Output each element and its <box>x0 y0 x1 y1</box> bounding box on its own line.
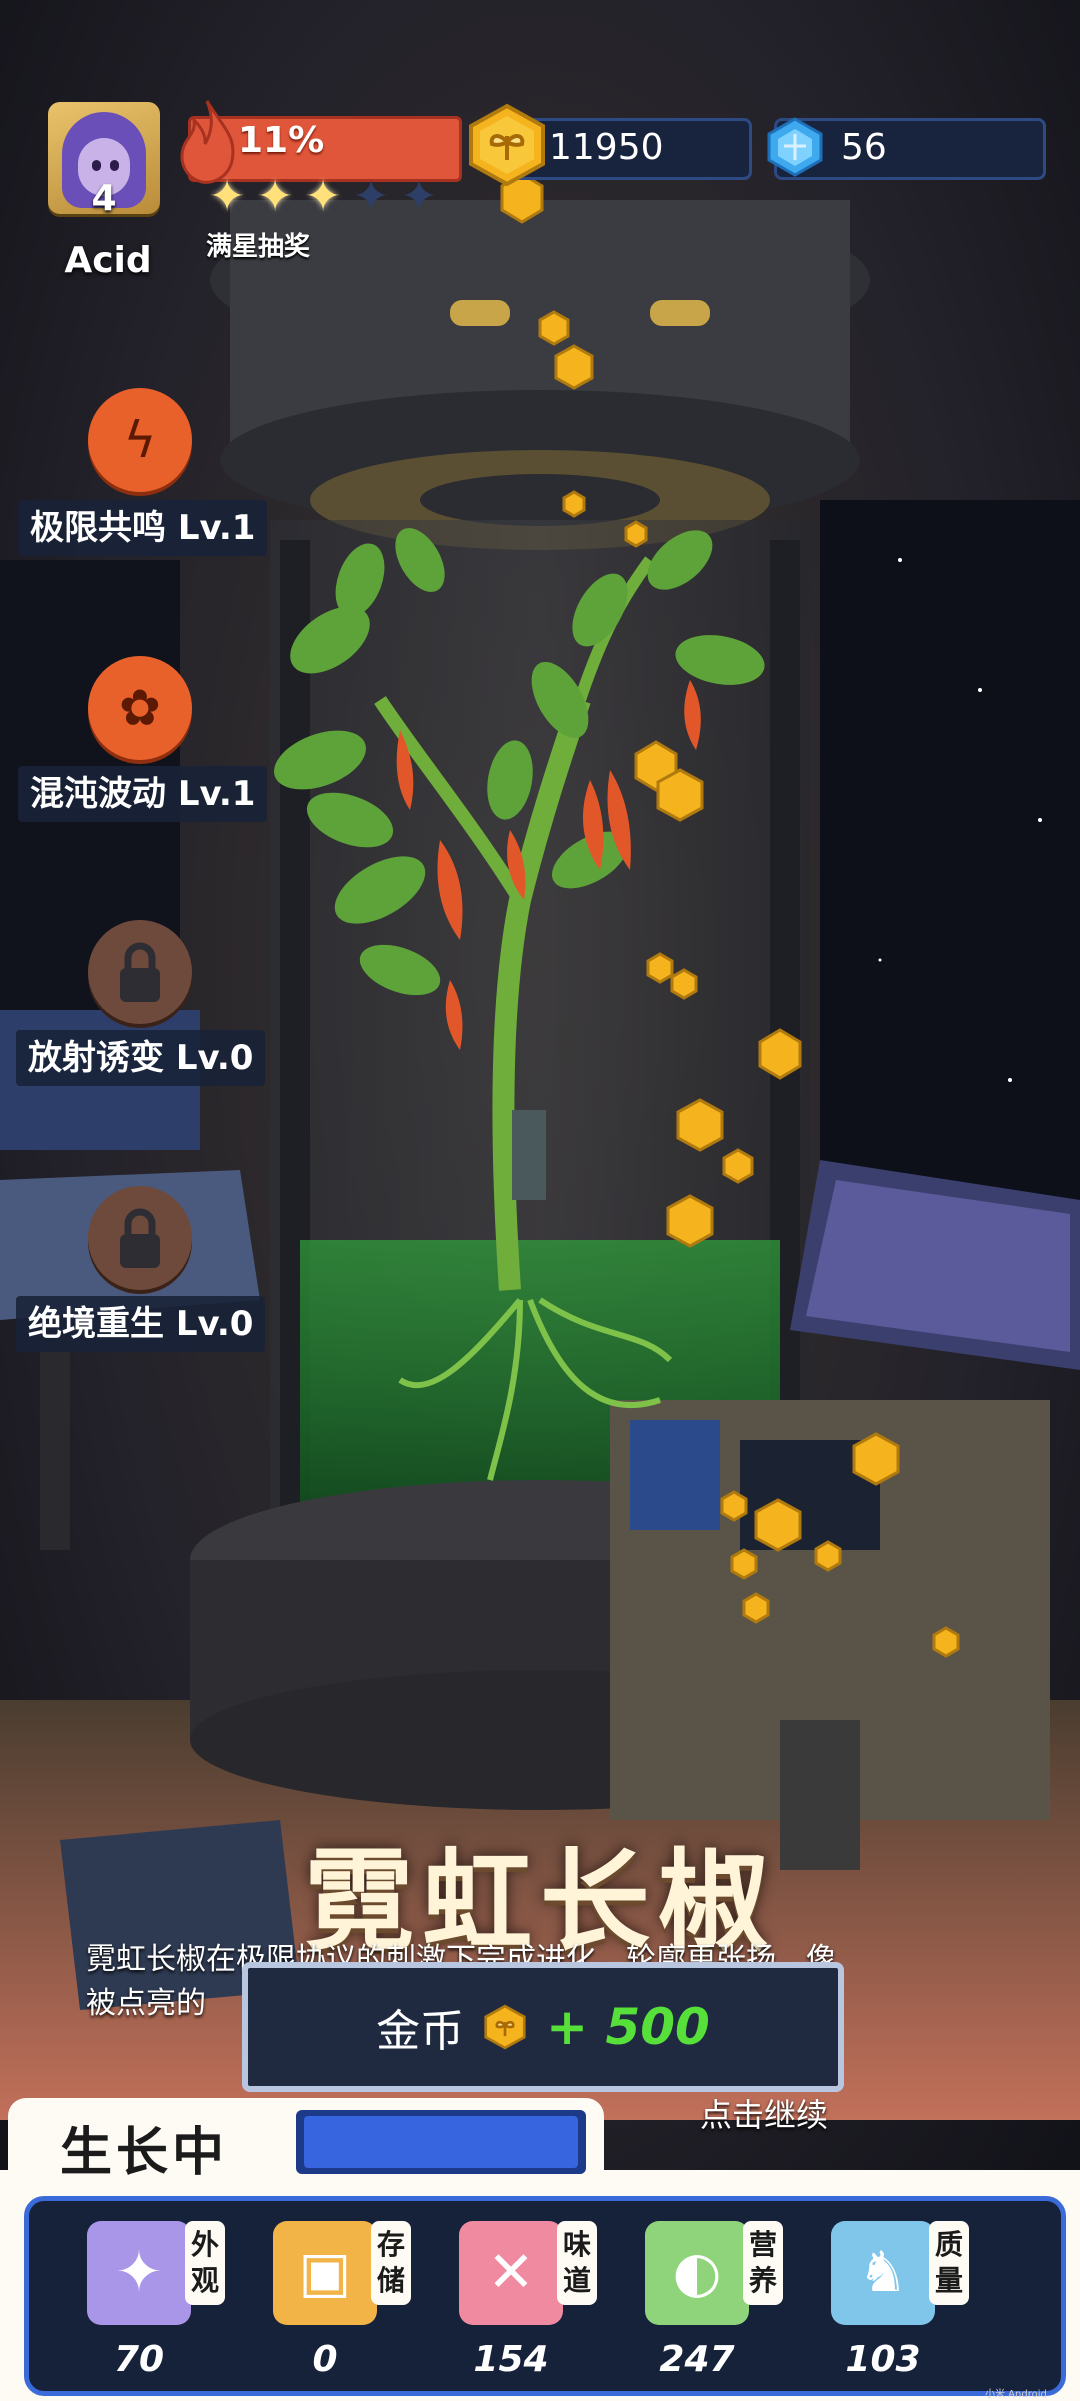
fork-knife-icon: ✕ <box>459 2221 563 2325</box>
skill-label-radiation-mutation: 放射诱变 Lv.0 <box>16 1030 266 1086</box>
reward-amount: + 500 <box>546 1998 710 2056</box>
lightning-sprout-icon: ϟ <box>123 411 157 469</box>
gold-coin-icon <box>484 2004 526 2050</box>
stats-panel: ✦ 外观 70 ▣ 存储 0 ✕ 味道 154 ◐ 营养 247 ♞ 质量 10… <box>0 2170 1080 2401</box>
stat-nutrition[interactable]: ◐ 营养 247 <box>623 2221 809 2391</box>
player-level: 4 <box>91 178 117 219</box>
stat-storage[interactable]: ▣ 存储 0 <box>251 2221 437 2391</box>
tap-to-continue-hint[interactable]: 点击继续 <box>700 2090 828 2136</box>
reward-label: 金币 <box>376 2006 465 2057</box>
gold-coin-icon <box>469 103 545 187</box>
stat-value: 0 <box>312 2339 338 2380</box>
stat-value: 154 <box>473 2339 549 2380</box>
skill-label-desperate-rebirth: 绝境重生 Lv.0 <box>16 1296 266 1352</box>
stat-value: 70 <box>113 2339 165 2380</box>
sprout-dome-icon: ✿ <box>119 679 161 737</box>
skill-resonance-button[interactable]: ϟ <box>88 388 192 492</box>
stats-row: ✦ 外观 70 ▣ 存储 0 ✕ 味道 154 ◐ 营养 247 ♞ 质量 10… <box>24 2196 1066 2396</box>
box-icon: ▣ <box>273 2221 377 2325</box>
star-empty-icon: ✦ <box>352 171 390 222</box>
stat-quality[interactable]: ♞ 质量 103 <box>809 2221 995 2391</box>
skill-desperate-rebirth-button[interactable] <box>88 1186 192 1290</box>
star-filled-icon: ✦ <box>304 171 342 222</box>
gem-amount: 56 <box>841 127 887 168</box>
star-filled-icon: ✦ <box>256 171 294 222</box>
lemon-icon: ◐ <box>645 2221 749 2325</box>
star-filled-icon: ✦ <box>208 171 246 222</box>
star-empty-icon: ✦ <box>400 171 438 222</box>
skill-label-chaos-wave: 混沌波动 Lv.1 <box>18 766 268 822</box>
gold-amount: 11950 <box>549 127 664 168</box>
stat-tag: 外观 <box>185 2221 225 2305</box>
skill-radiation-mutation-button[interactable] <box>88 920 192 1024</box>
watermark: 小米 Android <box>985 2389 1047 2400</box>
stat-tag: 存储 <box>371 2221 411 2305</box>
gem-icon <box>767 117 823 177</box>
skill-label-resonance: 极限共鸣 Lv.1 <box>18 500 268 556</box>
lock-icon <box>120 942 160 1002</box>
lock-icon <box>120 1208 160 1268</box>
reward-panel: 金币 + 500 <box>242 1962 844 2092</box>
growth-progress-fill <box>304 2116 578 2168</box>
stat-tag: 味道 <box>557 2221 597 2305</box>
stat-tag: 质量 <box>929 2221 969 2305</box>
muscle-icon: ♞ <box>831 2221 935 2325</box>
stat-taste[interactable]: ✕ 味道 154 <box>437 2221 623 2391</box>
stat-value: 103 <box>845 2339 921 2380</box>
rating-stars: ✦ ✦ ✦ ✦ ✦ <box>206 171 440 222</box>
xp-percent-label: 11% <box>238 120 325 161</box>
sparkle-icon: ✦ <box>87 2221 191 2325</box>
stat-tag: 营养 <box>743 2221 783 2305</box>
player-name: Acid <box>64 240 152 281</box>
skill-chaos-wave-button[interactable]: ✿ <box>88 656 192 760</box>
stat-value: 247 <box>659 2339 735 2380</box>
full-star-lottery-label[interactable]: 满星抽奖 <box>206 226 310 263</box>
stat-appearance[interactable]: ✦ 外观 70 <box>65 2221 251 2391</box>
growth-status-label: 生长中 <box>60 2123 229 2183</box>
